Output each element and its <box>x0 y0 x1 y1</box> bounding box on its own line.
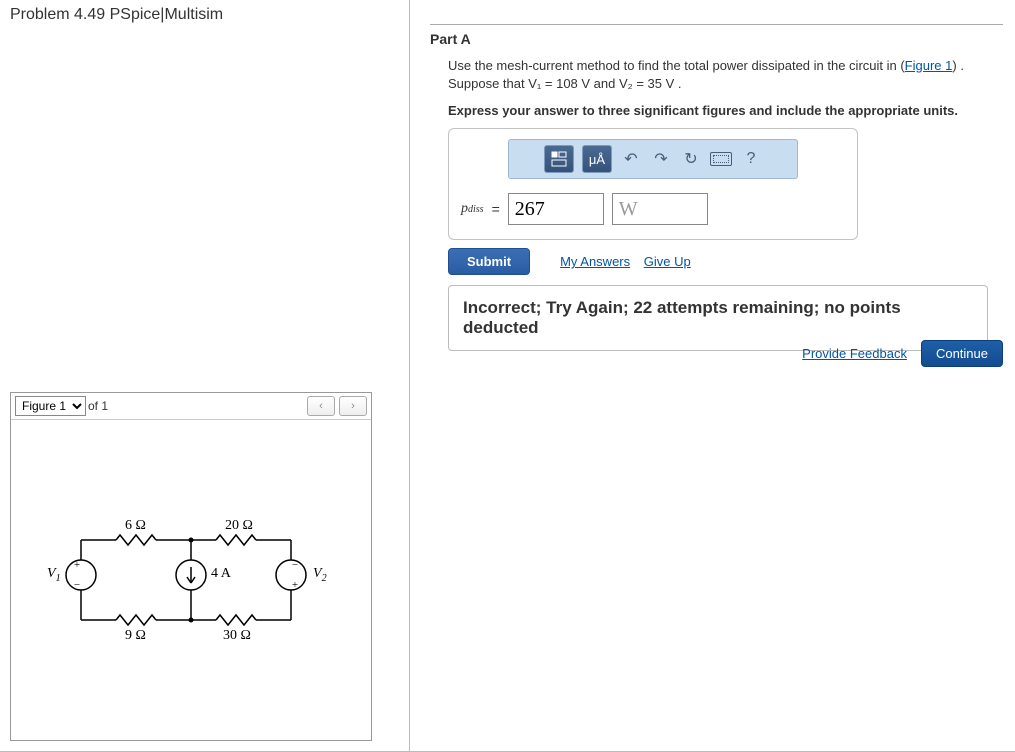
answer-value-input[interactable] <box>508 193 604 225</box>
give-up-link[interactable]: Give Up <box>644 254 691 269</box>
part-header: Part A <box>430 24 1003 47</box>
help-icon[interactable]: ? <box>740 148 762 170</box>
submit-button[interactable]: Submit <box>448 248 530 275</box>
answer-variable-label: pdiss <box>461 201 484 217</box>
answer-links: My Answers Give Up <box>560 254 701 269</box>
units-button[interactable]: μÅ <box>582 145 612 173</box>
svg-text:+: + <box>74 559 80 571</box>
answer-toolbar: μÅ ↶ ↷ ↻ ? <box>508 139 798 179</box>
keyboard-icon[interactable] <box>710 148 732 170</box>
answer-instruction: Express your answer to three significant… <box>448 103 1003 118</box>
submit-row: Submit My Answers Give Up <box>448 248 1003 275</box>
svg-text:−: − <box>292 559 298 571</box>
continue-button[interactable]: Continue <box>921 340 1003 367</box>
provide-feedback-link[interactable]: Provide Feedback <box>802 346 907 361</box>
figure-of-label: of 1 <box>88 399 108 413</box>
label-r6: 6 Ω <box>125 518 146 534</box>
equals-sign: = <box>492 201 500 217</box>
prompt-segment-2: ) . <box>952 58 964 73</box>
part-label: Part A <box>430 31 1003 47</box>
label-v1: V1 <box>47 566 61 584</box>
undo-icon[interactable]: ↶ <box>620 148 642 170</box>
reset-icon[interactable]: ↻ <box>680 148 702 170</box>
answer-unit-input[interactable] <box>612 193 708 225</box>
templates-icon <box>550 150 568 168</box>
redo-icon[interactable]: ↷ <box>650 148 672 170</box>
circuit-diagram: + − − + 6 Ω 20 Ω 9 Ω 30 Ω 4 A V1 V2 <box>41 520 341 660</box>
figure-link[interactable]: Figure 1 <box>905 58 953 73</box>
label-r20: 20 Ω <box>225 518 253 534</box>
left-panel: Problem 4.49 PSpice|Multisim Figure 1 of… <box>0 0 410 751</box>
units-label: μÅ <box>589 152 605 167</box>
label-r30: 30 Ω <box>223 628 251 644</box>
right-panel: Part A Use the mesh-current method to fi… <box>410 0 1015 751</box>
answer-input-row: pdiss = <box>449 187 857 239</box>
label-v2: V2 <box>313 566 327 584</box>
prompt-segment-1: Use the mesh-current method to find the … <box>448 58 905 73</box>
svg-text:+: + <box>292 579 298 591</box>
figure-body: + − − + 6 Ω 20 Ω 9 Ω 30 Ω 4 A V1 V2 <box>11 420 371 740</box>
problem-title: Problem 4.49 PSpice|Multisim <box>10 6 399 24</box>
figure-prev-button[interactable]: ‹ <box>307 396 335 416</box>
label-r9: 9 Ω <box>125 628 146 644</box>
figure-box: Figure 1 of 1 ‹ › <box>10 392 372 741</box>
question-text: Use the mesh-current method to find the … <box>448 57 1003 93</box>
label-i4: 4 A <box>211 566 231 582</box>
my-answers-link[interactable]: My Answers <box>560 254 630 269</box>
svg-text:−: − <box>74 579 80 591</box>
answer-box: μÅ ↶ ↷ ↻ ? pdiss = <box>448 128 858 240</box>
bottom-row: Provide Feedback Continue <box>802 340 1003 367</box>
figure-select[interactable]: Figure 1 <box>15 396 86 416</box>
templates-button[interactable] <box>544 145 574 173</box>
figure-toolbar: Figure 1 of 1 ‹ › <box>11 393 371 420</box>
prompt-segment-3: Suppose that V₁ = 108 V and V₂ = 35 V . <box>448 76 682 91</box>
figure-next-button[interactable]: › <box>339 396 367 416</box>
